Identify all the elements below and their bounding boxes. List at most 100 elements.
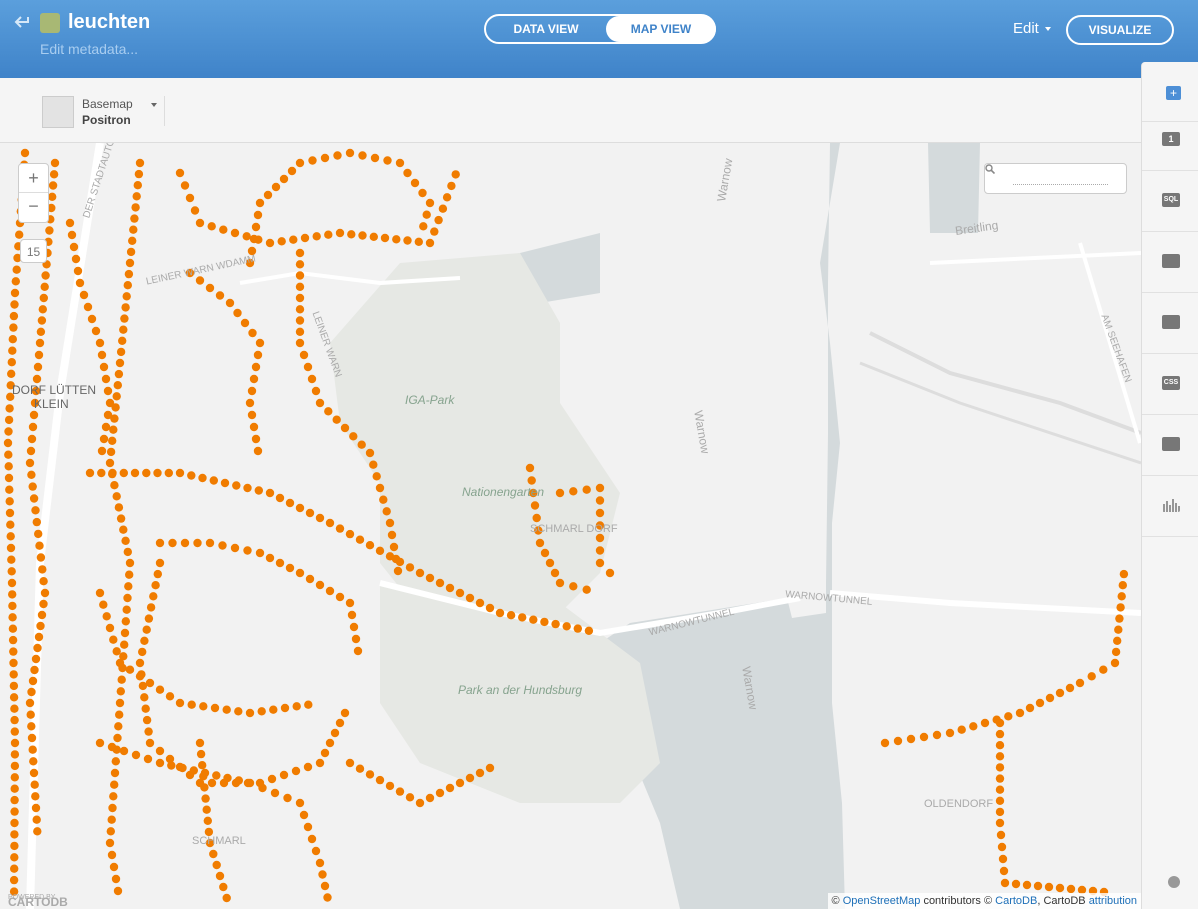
street-light-point[interactable] — [382, 507, 391, 516]
basemap-label[interactable]: Basemap — [82, 97, 133, 111]
street-light-point[interactable] — [9, 670, 18, 679]
street-light-point[interactable] — [199, 772, 208, 781]
back-arrow-icon[interactable] — [13, 14, 31, 30]
street-light-point[interactable] — [385, 518, 395, 528]
street-light-point[interactable] — [71, 254, 81, 264]
street-light-point[interactable] — [222, 705, 231, 714]
street-light-point[interactable] — [8, 590, 17, 599]
street-light-point[interactable] — [193, 538, 202, 548]
street-light-point[interactable] — [1119, 569, 1129, 579]
street-light-point[interactable] — [249, 374, 259, 384]
street-light-point[interactable] — [995, 729, 1005, 739]
street-light-point[interactable] — [595, 558, 605, 568]
street-light-point[interactable] — [87, 314, 97, 324]
street-light-point[interactable] — [340, 708, 350, 718]
street-light-point[interactable] — [142, 468, 151, 478]
street-light-point[interactable] — [582, 485, 591, 494]
street-light-point[interactable] — [129, 225, 138, 234]
street-light-point[interactable] — [6, 532, 15, 541]
street-light-point[interactable] — [195, 738, 205, 748]
street-light-point[interactable] — [130, 468, 140, 478]
street-light-point[interactable] — [323, 893, 332, 902]
street-light-point[interactable] — [997, 842, 1007, 852]
street-light-point[interactable] — [5, 485, 14, 494]
street-light-point[interactable] — [5, 508, 15, 518]
street-light-point[interactable] — [111, 757, 121, 766]
street-light-point[interactable] — [124, 582, 133, 591]
street-light-point[interactable] — [389, 542, 399, 552]
street-light-point[interactable] — [249, 422, 259, 432]
street-light-point[interactable] — [120, 640, 129, 649]
street-light-point[interactable] — [67, 230, 77, 240]
street-light-point[interactable] — [379, 495, 388, 504]
street-light-point[interactable] — [425, 238, 435, 248]
street-light-point[interactable] — [582, 585, 591, 594]
street-light-point[interactable] — [506, 611, 516, 620]
street-light-point[interactable] — [605, 568, 615, 578]
street-light-point[interactable] — [357, 440, 366, 449]
street-light-point[interactable] — [27, 434, 37, 444]
street-light-point[interactable] — [315, 758, 325, 768]
street-light-point[interactable] — [307, 374, 317, 384]
street-light-point[interactable] — [995, 818, 1005, 828]
street-light-point[interactable] — [36, 621, 45, 631]
street-light-point[interactable] — [303, 822, 313, 832]
street-light-point[interactable] — [114, 503, 124, 512]
street-light-point[interactable] — [320, 881, 330, 891]
street-light-point[interactable] — [83, 302, 93, 312]
street-light-point[interactable] — [79, 290, 89, 300]
street-light-point[interactable] — [10, 773, 19, 782]
street-light-point[interactable] — [25, 458, 35, 468]
street-light-point[interactable] — [32, 374, 42, 384]
street-light-point[interactable] — [289, 235, 298, 244]
street-light-point[interactable] — [435, 788, 445, 798]
street-light-point[interactable] — [178, 763, 187, 773]
street-light-point[interactable] — [6, 543, 16, 553]
street-light-point[interactable] — [240, 318, 250, 328]
street-light-point[interactable] — [31, 803, 41, 813]
street-light-point[interactable] — [5, 497, 14, 506]
street-light-point[interactable] — [207, 222, 216, 231]
street-light-point[interactable] — [116, 347, 126, 357]
street-light-point[interactable] — [105, 458, 115, 468]
street-light-point[interactable] — [108, 436, 117, 445]
street-light-point[interactable] — [34, 350, 44, 360]
street-light-point[interactable] — [269, 705, 278, 714]
street-light-point[interactable] — [295, 260, 305, 269]
map-search-input[interactable] — [984, 163, 1127, 194]
street-light-point[interactable] — [201, 794, 210, 803]
street-light-point[interactable] — [255, 548, 265, 558]
street-light-point[interactable] — [111, 874, 121, 884]
street-light-point[interactable] — [251, 362, 261, 372]
street-light-point[interactable] — [279, 770, 289, 780]
street-light-point[interactable] — [189, 766, 198, 775]
street-light-point[interactable] — [212, 860, 221, 870]
osm-link[interactable]: OpenStreetMap — [843, 895, 921, 907]
street-light-point[interactable] — [28, 482, 37, 491]
street-light-point[interactable] — [38, 305, 47, 314]
street-light-point[interactable] — [345, 529, 355, 539]
street-light-point[interactable] — [50, 158, 60, 168]
street-light-point[interactable] — [113, 733, 122, 743]
street-light-point[interactable] — [190, 206, 200, 215]
sql-item[interactable]: SQL — [1142, 171, 1198, 232]
street-light-point[interactable] — [205, 283, 215, 293]
zoom-in-button[interactable]: + — [19, 164, 48, 193]
street-light-point[interactable] — [39, 293, 48, 303]
street-light-point[interactable] — [143, 754, 153, 764]
street-light-point[interactable] — [330, 728, 340, 738]
street-light-point[interactable] — [11, 277, 20, 286]
street-light-point[interactable] — [335, 228, 345, 238]
street-light-point[interactable] — [1004, 712, 1013, 721]
street-light-point[interactable] — [7, 555, 16, 564]
street-light-point[interactable] — [28, 745, 37, 754]
street-light-point[interactable] — [395, 787, 405, 796]
street-light-point[interactable] — [175, 468, 185, 478]
street-light-point[interactable] — [151, 581, 160, 590]
street-light-point[interactable] — [255, 338, 265, 348]
street-light-point[interactable] — [919, 732, 929, 742]
street-light-point[interactable] — [345, 148, 355, 158]
street-light-point[interactable] — [209, 849, 218, 859]
street-light-point[interactable] — [8, 624, 18, 633]
street-light-point[interactable] — [299, 810, 309, 820]
